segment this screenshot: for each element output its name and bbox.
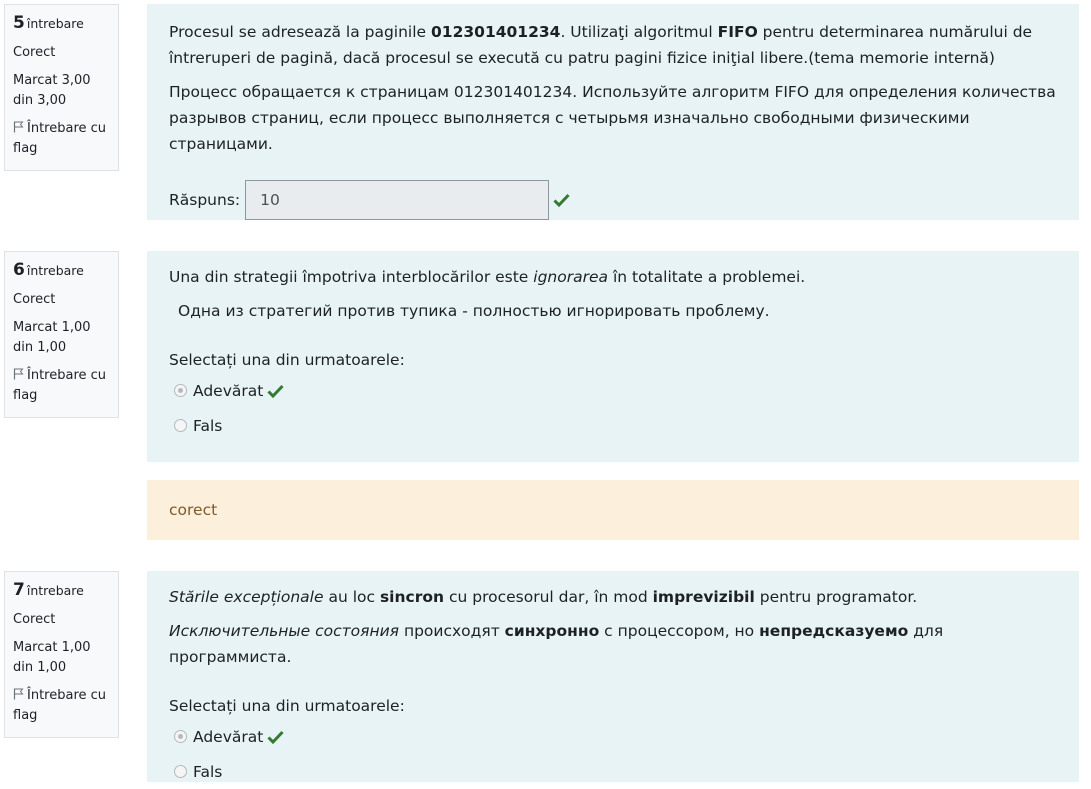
question-grade: Marcat 3,00 din 3,00: [13, 73, 91, 108]
question-text-ru: Исключительные состояния происходят синх…: [169, 622, 944, 666]
question-text-ro: Procesul se adresează la paginile 012301…: [169, 23, 1033, 67]
option-true[interactable]: Adevărat: [169, 719, 1057, 754]
check-icon: [553, 193, 570, 207]
question-text-ru: Одна из стратегий против тупика - полнос…: [178, 302, 770, 320]
question-word: întrebare: [26, 16, 84, 31]
option-label: Fals: [193, 762, 223, 781]
flag-label: Întrebare cu flag: [13, 121, 107, 156]
flag-label: Întrebare cu flag: [13, 688, 107, 723]
question-info-6: 6 întrebare Corect Marcat 1,00 din 1,00 Î…: [4, 251, 119, 418]
flag-question-button[interactable]: Întrebare cu flag: [13, 366, 110, 406]
question-number: 5: [13, 13, 25, 33]
check-icon: [267, 730, 284, 744]
option-label: Fals: [193, 416, 223, 435]
answer-input[interactable]: 10: [245, 180, 550, 220]
answer-row: Răspuns: 10: [169, 180, 1057, 220]
question-number: 6: [13, 260, 25, 280]
radio-button[interactable]: [174, 765, 187, 778]
question-content-5: Procesul se adresează la paginile 012301…: [147, 4, 1079, 220]
radio-button[interactable]: [174, 730, 187, 743]
question-word: întrebare: [26, 263, 84, 278]
feedback-6: corect: [147, 480, 1079, 540]
check-icon: [267, 384, 284, 398]
question-info-7: 7 întrebare Corect Marcat 1,00 din 1,00 Î…: [4, 571, 119, 738]
option-true[interactable]: Adevărat: [169, 373, 1057, 408]
flag-label: Întrebare cu flag: [13, 368, 107, 403]
flag-icon: [13, 121, 24, 133]
flag-question-button[interactable]: Întrebare cu flag: [13, 119, 110, 159]
select-prompt: Selectați una din urmatoarele:: [169, 697, 405, 715]
question-state: Corect: [13, 612, 56, 627]
question-content-7: Stările excepționale au loc sincron cu p…: [147, 571, 1079, 782]
question-text-ro: Una din strategii împotriva interblocări…: [169, 268, 806, 286]
select-prompt: Selectați una din urmatoarele:: [169, 351, 405, 369]
flag-icon: [13, 688, 24, 700]
question-word: întrebare: [26, 583, 84, 598]
flag-question-button[interactable]: Întrebare cu flag: [13, 686, 110, 726]
option-label: Adevărat: [193, 381, 264, 400]
option-false[interactable]: Fals: [169, 408, 1057, 443]
radio-button[interactable]: [174, 419, 187, 432]
radio-button[interactable]: [174, 384, 187, 397]
question-text-ru: Процесс обращается к страницам 012301401…: [169, 83, 1056, 153]
question-state: Corect: [13, 292, 56, 307]
question-grade: Marcat 1,00 din 1,00: [13, 640, 91, 675]
flag-icon: [13, 368, 24, 380]
question-text-ro: Stările excepționale au loc sincron cu p…: [169, 588, 918, 606]
question-info-5: 5 întrebare Corect Marcat 3,00 din 3,00 Î…: [4, 4, 119, 171]
question-content-6: Una din strategii împotriva interblocări…: [147, 251, 1079, 462]
question-number: 7: [13, 580, 25, 600]
option-label: Adevărat: [193, 727, 264, 746]
answer-label: Răspuns:: [169, 191, 241, 209]
option-false[interactable]: Fals: [169, 754, 1057, 789]
question-grade: Marcat 1,00 din 1,00: [13, 320, 91, 355]
feedback-text: corect: [169, 501, 218, 519]
question-state: Corect: [13, 45, 56, 60]
